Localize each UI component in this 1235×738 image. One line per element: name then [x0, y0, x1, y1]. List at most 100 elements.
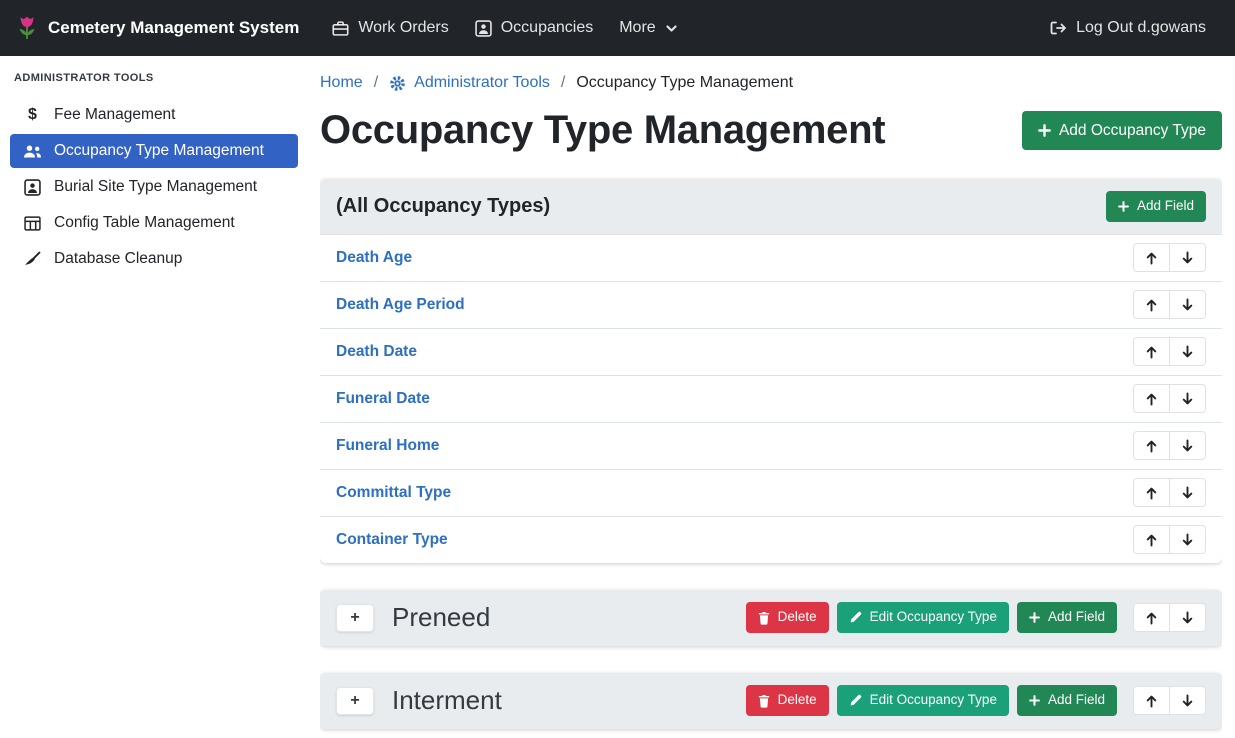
sidebar-item-occupancy-type-management[interactable]: Occupancy Type Management: [10, 134, 298, 168]
arrow-up-icon: [1145, 439, 1158, 453]
arrow-down-icon: [1181, 298, 1194, 312]
sidebar-item-burial-site-type-management[interactable]: Burial Site Type Management: [10, 170, 298, 204]
move-up-button[interactable]: [1133, 478, 1170, 507]
move-down-button[interactable]: [1169, 525, 1206, 554]
move-button-group: [1133, 478, 1206, 507]
field-link[interactable]: Container Type: [336, 531, 448, 549]
delete-button[interactable]: Delete: [746, 685, 829, 716]
field-row: Container Type: [320, 516, 1222, 563]
sidebar-item-label: Config Table Management: [54, 214, 235, 232]
person-frame-icon: [475, 20, 492, 37]
pencil-icon: [849, 611, 862, 624]
brand-link[interactable]: Cemetery Management System: [16, 15, 299, 41]
card-header: (All Occupancy Types) Add Field: [320, 179, 1222, 234]
nav-item-more[interactable]: More: [606, 11, 690, 45]
sidebar-item-label: Occupancy Type Management: [54, 142, 264, 160]
arrow-down-icon: [1181, 345, 1194, 359]
field-link[interactable]: Committal Type: [336, 484, 451, 502]
occupancy-type-section-preneed: + Preneed Delete Edit Occupancy Typ: [320, 590, 1222, 646]
move-down-button[interactable]: [1169, 603, 1206, 632]
section-actions: Delete Edit Occupancy Type Add Field: [746, 685, 1206, 716]
field-link[interactable]: Death Age: [336, 249, 412, 267]
add-field-button[interactable]: Add Field: [1017, 602, 1117, 633]
chevron-down-icon: [665, 22, 678, 35]
breadcrumb-separator: /: [561, 74, 565, 92]
title-row: Occupancy Type Management Add Occupancy …: [320, 108, 1222, 153]
plus-icon: [1029, 695, 1040, 706]
occupancy-type-name: Preneed: [392, 602, 490, 633]
move-up-button[interactable]: [1133, 337, 1170, 366]
breadcrumb-admin-tools-link[interactable]: Administrator Tools: [389, 74, 550, 92]
move-up-button[interactable]: [1133, 243, 1170, 272]
move-down-button[interactable]: [1169, 290, 1206, 319]
arrow-up-icon: [1145, 392, 1158, 406]
brand-title: Cemetery Management System: [48, 18, 299, 38]
arrow-down-icon: [1181, 533, 1194, 547]
expand-button[interactable]: +: [336, 604, 374, 632]
sidebar-item-config-table-management[interactable]: Config Table Management: [10, 206, 298, 240]
plus-icon: [1029, 612, 1040, 623]
delete-button[interactable]: Delete: [746, 602, 829, 633]
move-up-button[interactable]: [1133, 290, 1170, 319]
arrow-up-icon: [1145, 486, 1158, 500]
breadcrumb-current: Occupancy Type Management: [576, 74, 793, 92]
add-occupancy-type-label: Add Occupancy Type: [1059, 122, 1206, 139]
field-row: Death Age Period: [320, 281, 1222, 328]
move-button-group: [1133, 431, 1206, 460]
add-field-label: Add Field: [1048, 693, 1105, 708]
field-link[interactable]: Funeral Date: [336, 390, 430, 408]
add-field-button[interactable]: Add Field: [1017, 685, 1117, 716]
add-occupancy-type-button[interactable]: Add Occupancy Type: [1022, 111, 1222, 150]
add-field-label: Add Field: [1137, 199, 1194, 214]
breadcrumb-label: Administrator Tools: [414, 74, 550, 92]
sidebar-item-database-cleanup[interactable]: Database Cleanup: [10, 242, 298, 276]
edit-occupancy-type-button[interactable]: Edit Occupancy Type: [837, 602, 1009, 633]
arrow-up-icon: [1145, 611, 1158, 625]
nav-item-occupancies[interactable]: Occupancies: [462, 11, 607, 45]
move-down-button[interactable]: [1169, 337, 1206, 366]
arrow-up-icon: [1145, 251, 1158, 265]
edit-occupancy-type-button[interactable]: Edit Occupancy Type: [837, 685, 1009, 716]
occupancy-type-section-interment: + Interment Delete Edit Occupancy T: [320, 673, 1222, 729]
move-down-button[interactable]: [1169, 243, 1206, 272]
occupancy-type-name: Interment: [392, 685, 502, 716]
arrow-down-icon: [1181, 392, 1194, 406]
gear-icon: [389, 75, 406, 92]
all-occupancy-types-card: (All Occupancy Types) Add Field Death Ag…: [320, 179, 1222, 563]
sidebar-item-label: Database Cleanup: [54, 250, 182, 268]
arrow-down-icon: [1181, 251, 1194, 265]
logout-label: Log Out d.gowans: [1076, 19, 1206, 37]
field-row: Death Age: [320, 234, 1222, 281]
sidebar-item-fee-management[interactable]: $ Fee Management: [10, 98, 298, 132]
broom-icon: [23, 251, 42, 268]
move-button-group: [1133, 243, 1206, 272]
move-down-button[interactable]: [1169, 431, 1206, 460]
edit-label: Edit Occupancy Type: [870, 693, 997, 708]
expand-button[interactable]: +: [336, 687, 374, 715]
move-up-button[interactable]: [1133, 525, 1170, 554]
move-up-button[interactable]: [1133, 384, 1170, 413]
move-up-button[interactable]: [1133, 686, 1170, 715]
field-row: Committal Type: [320, 469, 1222, 516]
logout-link[interactable]: Log Out d.gowans: [1036, 11, 1219, 45]
add-field-button[interactable]: Add Field: [1106, 191, 1206, 222]
move-button-group: [1133, 686, 1206, 715]
move-up-button[interactable]: [1133, 431, 1170, 460]
move-down-button[interactable]: [1169, 478, 1206, 507]
nav-item-work-orders[interactable]: Work Orders: [319, 11, 461, 45]
field-link[interactable]: Death Age Period: [336, 296, 465, 314]
breadcrumb-home-link[interactable]: Home: [320, 74, 363, 92]
arrow-down-icon: [1181, 694, 1194, 708]
arrow-up-icon: [1145, 694, 1158, 708]
move-down-button[interactable]: [1169, 384, 1206, 413]
trash-icon: [758, 611, 770, 625]
plus-icon: [1038, 124, 1051, 137]
arrow-up-icon: [1145, 533, 1158, 547]
field-link[interactable]: Funeral Home: [336, 437, 439, 455]
arrow-down-icon: [1181, 611, 1194, 625]
move-button-group: [1133, 603, 1206, 632]
nav-item-label: Work Orders: [358, 19, 448, 37]
move-down-button[interactable]: [1169, 686, 1206, 715]
move-up-button[interactable]: [1133, 603, 1170, 632]
field-link[interactable]: Death Date: [336, 343, 417, 361]
